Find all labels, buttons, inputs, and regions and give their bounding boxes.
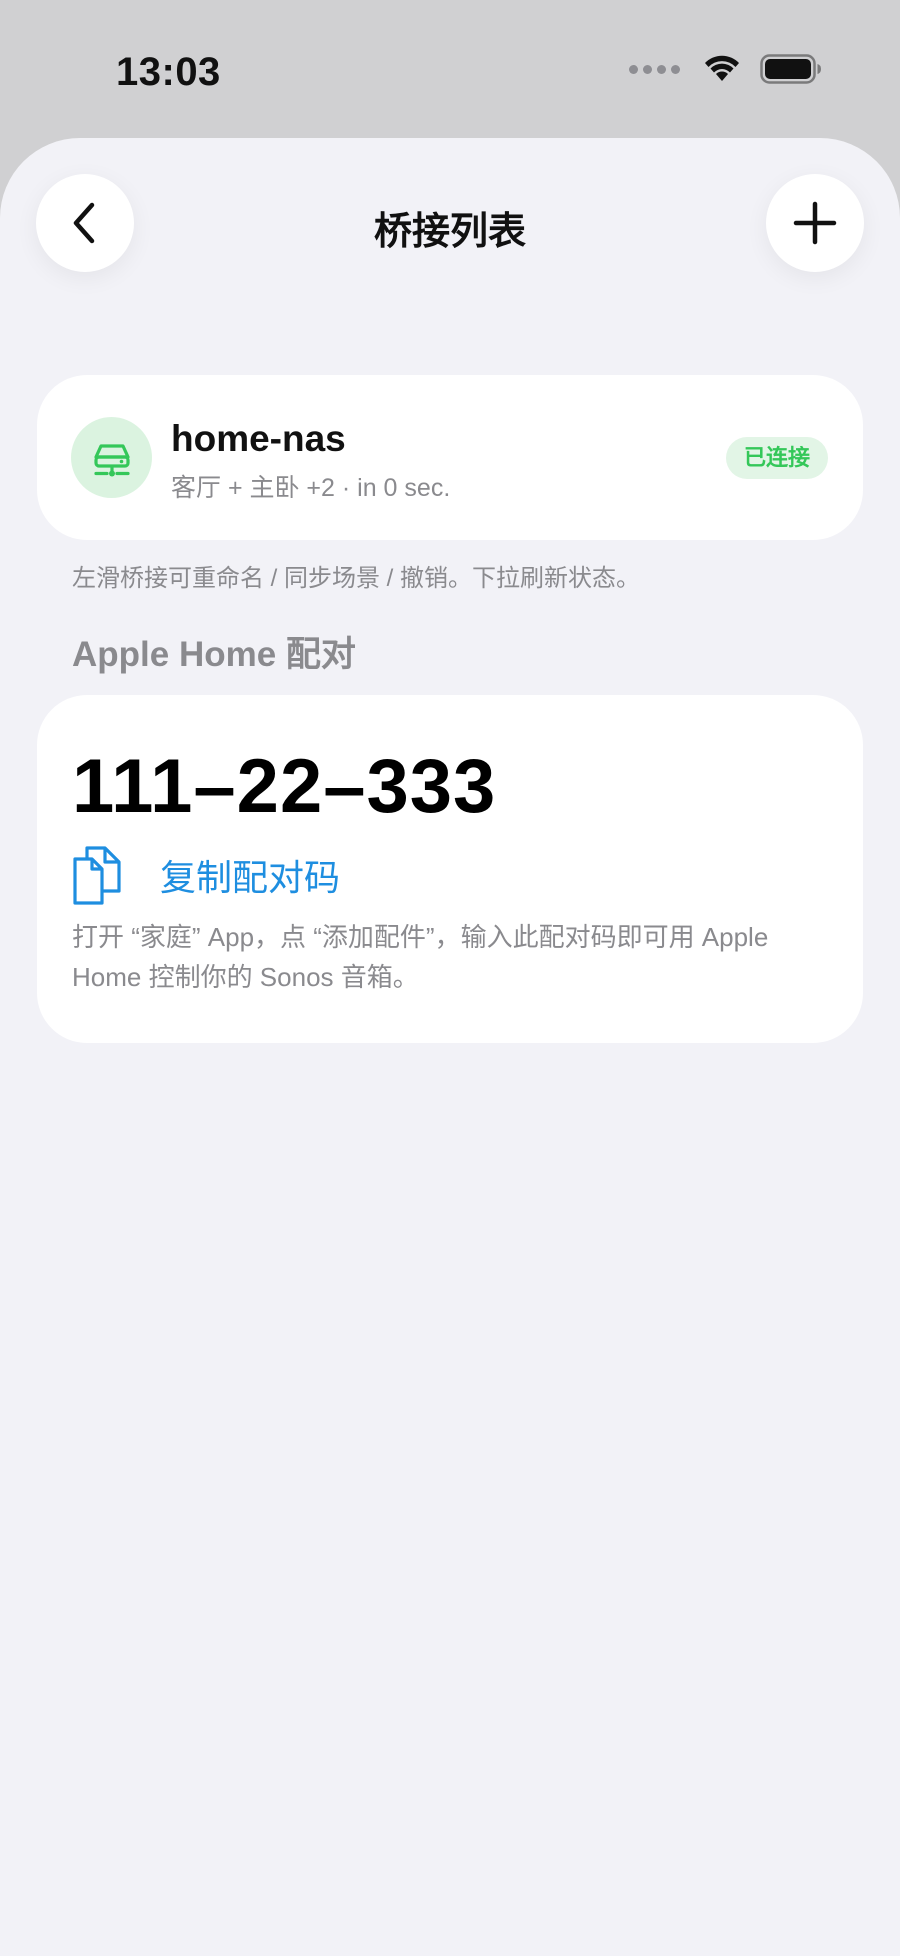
bridge-list-sheet: 桥接列表 home-nas 客厅 + 主卧 +2 · in 0 sec. 已连接… bbox=[0, 138, 900, 1956]
bridge-icon-badge bbox=[71, 417, 152, 498]
status-time: 13:03 bbox=[116, 50, 221, 94]
section-header-pairing: Apple Home 配对 bbox=[72, 635, 356, 674]
pairing-card: 111–22–333 复制配对码 打开 “家庭” App，点 “添加配件”，输入… bbox=[37, 695, 863, 1043]
page-title: 桥接列表 bbox=[373, 211, 526, 253]
pairing-description: 打开 “家庭” App，点 “添加配件”，输入此配对码即可用 Apple Hom… bbox=[72, 922, 769, 992]
server-icon bbox=[93, 443, 130, 476]
bridge-name: home-nas bbox=[171, 418, 346, 459]
cellular-signal-icon bbox=[629, 64, 680, 74]
bridge-list-item[interactable]: home-nas 客厅 + 主卧 +2 · in 0 sec. 已连接 bbox=[37, 375, 863, 540]
status-indicators bbox=[629, 54, 822, 84]
copy-code-label: 复制配对码 bbox=[160, 857, 341, 898]
plus-icon bbox=[793, 201, 837, 245]
add-bridge-button[interactable] bbox=[766, 174, 864, 272]
wifi-icon bbox=[705, 55, 739, 81]
status-bar: 13:03 bbox=[0, 0, 900, 140]
status-badge: 已连接 bbox=[725, 437, 828, 479]
battery-icon bbox=[760, 54, 821, 84]
bridge-subtitle: 客厅 + 主卧 +2 · in 0 sec. bbox=[171, 474, 451, 502]
copy-icon bbox=[73, 846, 121, 905]
swipe-hint: 左滑桥接可重命名 / 同步场景 / 撤销。下拉刷新状态。 bbox=[72, 565, 641, 592]
pairing-code: 111–22–333 bbox=[72, 744, 497, 829]
copy-code-button[interactable]: 复制配对码 bbox=[72, 845, 340, 905]
